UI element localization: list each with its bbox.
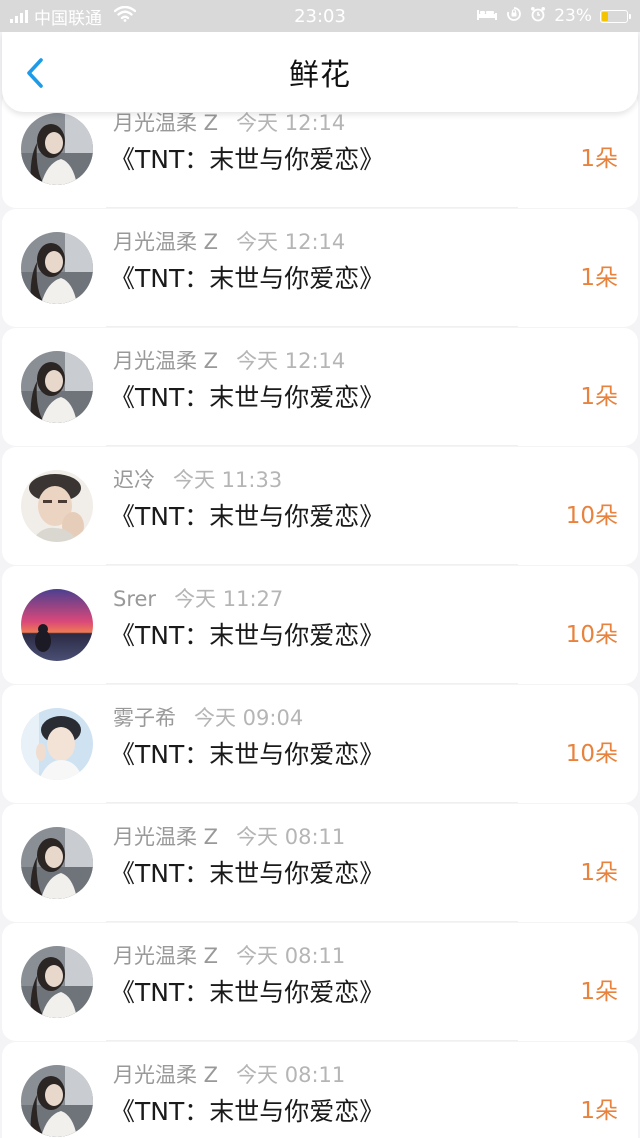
book-title: 《TNT：末世与你爱恋》 <box>110 621 385 650</box>
item-meta: Srer 今天 11:27 <box>113 583 283 613</box>
list-item[interactable]: 月光温柔 Z 今天 12:14 《TNT：末世与你爱恋》 1朵 <box>2 209 638 327</box>
list-item[interactable]: 迟冷 今天 11:33 《TNT：末世与你爱恋》 10朵 <box>2 447 638 565</box>
username: Srer <box>113 587 157 611</box>
timestamp: 今天 12:14 <box>236 111 346 135</box>
bed-icon <box>476 6 498 26</box>
divider <box>106 207 518 208</box>
book-title: 《TNT：末世与你爱恋》 <box>110 502 385 531</box>
list-item[interactable]: Srer 今天 11:27 《TNT：末世与你爱恋》 10朵 <box>2 566 638 684</box>
username: 月光温柔 Z <box>113 1063 219 1087</box>
username: 迟冷 <box>113 468 155 492</box>
book-title: 《TNT：末世与你爱恋》 <box>110 264 385 293</box>
timestamp: 今天 12:14 <box>236 230 346 254</box>
flower-count: 1朵 <box>580 979 618 1005</box>
timestamp: 今天 08:11 <box>236 1063 346 1087</box>
battery-level <box>602 11 608 21</box>
list-item[interactable]: 雾子希 今天 09:04 《TNT：末世与你爱恋》 10朵 <box>2 685 638 803</box>
list-item[interactable]: 月光温柔 Z 今天 08:11 《TNT：末世与你爱恋》 1朵 <box>2 1042 638 1138</box>
book-title: 《TNT：末世与你爱恋》 <box>110 145 385 174</box>
flower-list: 月光温柔 Z 今天 12:14 《TNT：末世与你爱恋》 1朵 月光温柔 Z 今天 12:… <box>2 0 638 1138</box>
page-title: 鲜花 <box>289 58 351 93</box>
timestamp: 今天 12:14 <box>236 349 346 373</box>
username: 月光温柔 Z <box>113 230 219 254</box>
avatar[interactable] <box>21 1065 93 1137</box>
alarm-icon <box>530 6 546 27</box>
flower-count: 10朵 <box>565 741 618 767</box>
divider <box>106 1040 518 1041</box>
username: 月光温柔 Z <box>113 349 219 373</box>
timestamp: 今天 11:27 <box>174 587 284 611</box>
battery-icon <box>600 9 631 23</box>
divider <box>106 445 518 446</box>
item-meta: 月光温柔 Z 今天 08:11 <box>113 1059 345 1089</box>
timestamp: 今天 08:11 <box>236 944 346 968</box>
flower-count: 1朵 <box>580 384 618 410</box>
username: 月光温柔 Z <box>113 944 219 968</box>
flower-count: 1朵 <box>580 860 618 886</box>
avatar[interactable] <box>21 232 93 304</box>
book-title: 《TNT：末世与你爱恋》 <box>110 859 385 888</box>
list-item[interactable]: 月光温柔 Z 今天 08:11 《TNT：末世与你爱恋》 1朵 <box>2 923 638 1041</box>
timestamp: 今天 09:04 <box>194 706 304 730</box>
timestamp: 今天 08:11 <box>236 825 346 849</box>
avatar[interactable] <box>21 351 93 423</box>
avatar[interactable] <box>21 708 93 780</box>
divider <box>106 564 518 565</box>
book-title: 《TNT：末世与你爱恋》 <box>110 740 385 769</box>
timestamp: 今天 11:33 <box>173 468 283 492</box>
divider <box>106 326 518 327</box>
item-meta: 月光温柔 Z 今天 12:14 <box>113 345 345 375</box>
flower-count: 1朵 <box>580 146 618 172</box>
avatar[interactable] <box>21 589 93 661</box>
book-title: 《TNT：末世与你爱恋》 <box>110 978 385 1007</box>
avatar[interactable] <box>21 113 93 185</box>
list-item[interactable]: 月光温柔 Z 今天 08:11 《TNT：末世与你爱恋》 1朵 <box>2 804 638 922</box>
flower-count: 10朵 <box>565 622 618 648</box>
flower-count: 10朵 <box>565 503 618 529</box>
avatar[interactable] <box>21 827 93 899</box>
divider <box>106 921 518 922</box>
username: 月光温柔 Z <box>113 825 219 849</box>
flower-count: 1朵 <box>580 1098 618 1124</box>
avatar[interactable] <box>21 946 93 1018</box>
status-bar: 中国联通 23:03 23% <box>0 0 640 32</box>
status-right: 23% <box>476 0 631 32</box>
username: 雾子希 <box>113 706 176 730</box>
orientation-lock-icon <box>506 6 522 27</box>
list-item[interactable]: 月光温柔 Z 今天 12:14 《TNT：末世与你爱恋》 1朵 <box>2 328 638 446</box>
divider <box>106 802 518 803</box>
username: 月光温柔 Z <box>113 111 219 135</box>
item-meta: 月光温柔 Z 今天 12:14 <box>113 226 345 256</box>
nav-bar: 鲜花 <box>2 32 638 112</box>
battery-percent: 23% <box>554 6 592 26</box>
flower-count: 1朵 <box>580 265 618 291</box>
item-meta: 迟冷 今天 11:33 <box>113 464 282 494</box>
item-meta: 雾子希 今天 09:04 <box>113 702 303 732</box>
book-title: 《TNT：末世与你爱恋》 <box>110 383 385 412</box>
item-meta: 月光温柔 Z 今天 08:11 <box>113 940 345 970</box>
book-title: 《TNT：末世与你爱恋》 <box>110 1097 385 1126</box>
item-meta: 月光温柔 Z 今天 08:11 <box>113 821 345 851</box>
divider <box>106 683 518 684</box>
avatar[interactable] <box>21 470 93 542</box>
